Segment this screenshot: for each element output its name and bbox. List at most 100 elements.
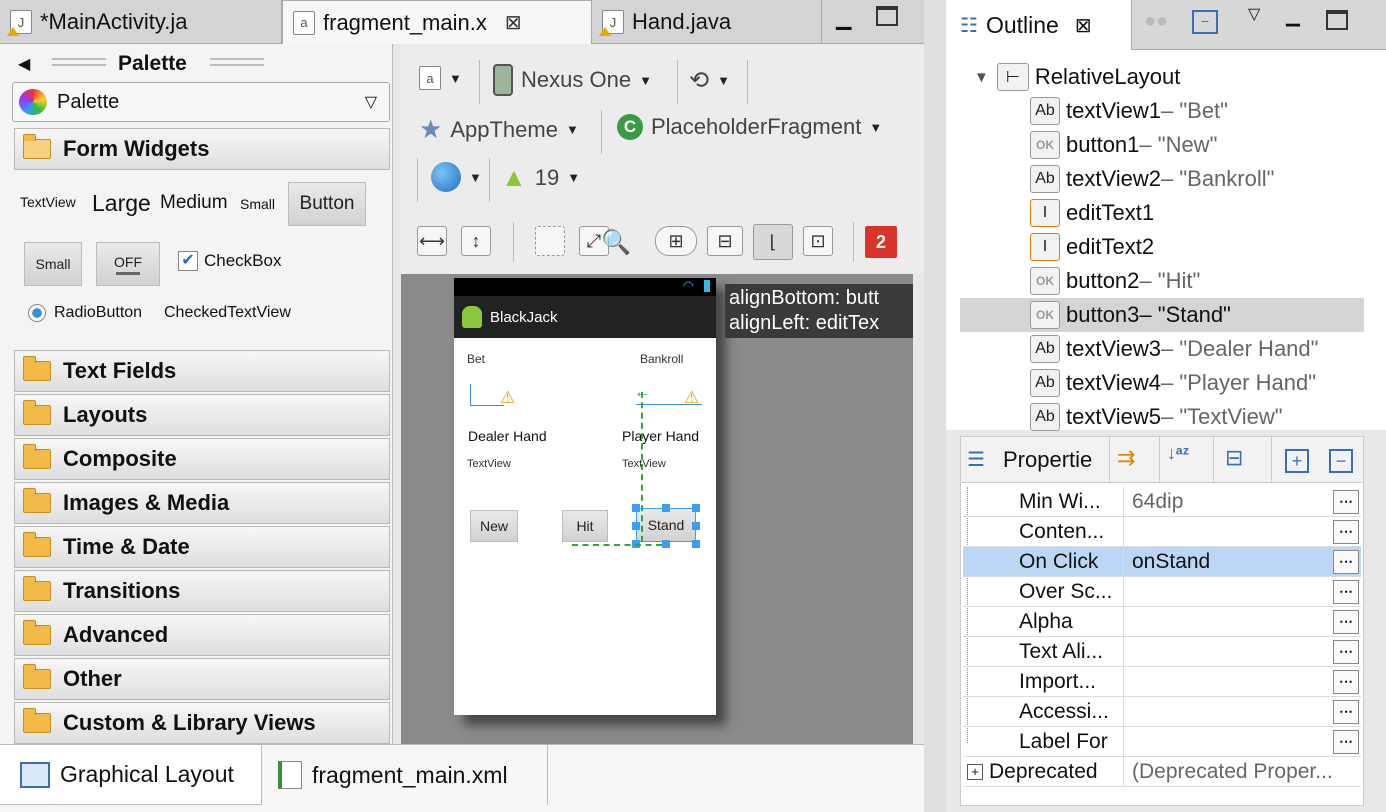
outline-node[interactable]: Ab textView3 – "Dealer Hand" [1030,332,1318,366]
category-composite[interactable]: Composite [14,438,390,480]
align-horizontal-icon[interactable]: ⊞ [655,226,697,256]
outline-node[interactable]: Ab textView5 – "TextView" [1030,400,1283,434]
margins-icon[interactable]: ⌊ [753,224,793,260]
property-value[interactable] [1123,607,1333,636]
layout-canvas[interactable]: ◠ BlackJack Bet Bankroll ⚠ ⚠ Dealer Hand… [401,274,913,744]
category-other[interactable]: Other [14,658,390,700]
preview-bankroll-label[interactable]: Bankroll [640,352,683,366]
widget-button[interactable]: Button [288,182,366,226]
property-value[interactable]: onStand [1123,547,1333,576]
property-row[interactable]: Alpha ⋯ [963,607,1361,637]
widget-small-text[interactable]: Small [240,196,275,212]
property-row[interactable]: Conten... ⋯ [963,517,1361,547]
selection-handle[interactable] [692,522,700,530]
view-menu-icon[interactable]: ▽ [1248,4,1260,24]
maximize-icon[interactable] [876,6,898,26]
selection-handle[interactable] [662,540,670,548]
outline-node[interactable]: IeditText1 [1030,196,1154,230]
widget-checkbox[interactable]: ✔ CheckBox [178,251,281,271]
theme-selector[interactable]: ★ AppTheme ▼ [419,114,579,145]
more-options-icon[interactable]: ⋯ [1333,699,1359,724]
activity-selector[interactable]: C PlaceholderFragment ▼ [617,114,882,140]
property-value[interactable] [1123,577,1333,606]
collapse-left-icon[interactable]: ◀ [18,54,30,74]
error-count-badge[interactable]: 2 [865,226,897,258]
panel-divider[interactable] [924,0,946,812]
layout-actions-icon[interactable]: ⊡ [803,226,833,256]
outline-node[interactable]: OK button2 – "Hit" [1030,264,1200,298]
property-value[interactable] [1123,637,1333,666]
property-row[interactable]: Over Sc... ⋯ [963,577,1361,607]
zoom-icon[interactable]: 🔍 [601,228,631,257]
property-row[interactable]: Import... ⋯ [963,667,1361,697]
property-row[interactable]: Min Wi... 64dip ⋯ [963,487,1361,517]
editor-tab-mainactivity[interactable]: J *MainActivity.ja [0,0,282,44]
outline-node[interactable]: OK button1 – "New" [1030,128,1217,162]
more-options-icon[interactable]: ⋯ [1333,489,1359,514]
selection-handle[interactable] [632,522,640,530]
category-images-media[interactable]: Images & Media [14,482,390,524]
preview-edittext-bet[interactable] [470,384,504,406]
preview-dealer-hand[interactable]: Dealer Hand [468,428,547,444]
preview-textview-left[interactable]: TextView [467,458,511,470]
category-advanced[interactable]: Advanced [14,614,390,656]
widget-toggle-button[interactable]: OFF [96,242,160,286]
widget-medium-text[interactable]: Medium [160,192,228,214]
minimize-icon[interactable]: ▁ [1286,6,1300,27]
more-options-icon[interactable]: ⋯ [1333,609,1359,634]
selection-handle[interactable] [662,504,670,512]
category-form-widgets[interactable]: Form Widgets [14,128,390,170]
outline-node[interactable]: Ab textView4 – "Player Hand" [1030,366,1316,400]
outline-node[interactable]: Ab textView1 – "Bet" [1030,94,1228,128]
widget-checked-textview[interactable]: CheckedTextView [164,304,291,322]
fill-width-icon[interactable]: ⟷ [417,226,447,256]
tab-xml-source[interactable]: fragment_main.xml [272,745,548,805]
preview-player-hand[interactable]: Player Hand [622,428,699,444]
preview-textview-right[interactable]: TextView [622,458,666,470]
property-row[interactable]: Text Ali... ⋯ [963,637,1361,667]
property-row[interactable]: Accessi... ⋯ [963,697,1361,727]
property-value[interactable] [1123,667,1333,696]
device-selector[interactable]: Nexus One ▼ [493,64,652,96]
selection-handle[interactable] [692,540,700,548]
api-level-selector[interactable]: ▲ 19 ▼ [501,162,580,193]
collapse-all-icon[interactable]: − [1192,10,1218,34]
preview-hit-button[interactable]: Hit [562,510,608,542]
restore-default-icon[interactable]: ⊟ [1225,445,1243,471]
more-options-icon[interactable]: ⋯ [1333,639,1359,664]
more-options-icon[interactable]: ⋯ [1333,669,1359,694]
property-value[interactable] [1123,697,1333,726]
outline-node-selected[interactable]: OK button3 – "Stand" [1030,298,1231,332]
preview-new-button[interactable]: New [470,510,518,542]
expand-plus-icon[interactable]: + [967,763,983,780]
property-group-deprecated[interactable]: + Deprecated (Deprecated Proper... [963,757,1361,787]
property-row-selected[interactable]: On Click onStand ⋯ [963,547,1361,577]
property-value[interactable] [1123,727,1333,756]
more-options-icon[interactable]: ⋯ [1333,519,1359,544]
selection-handle[interactable] [692,504,700,512]
preview-bet-label[interactable]: Bet [467,352,485,366]
collapse-all-icon[interactable]: − [1329,449,1353,473]
sort-alpha-icon[interactable]: ↓ᵃᶻ [1167,443,1189,464]
category-transitions[interactable]: Transitions [14,570,390,612]
outline-node[interactable]: Ab textView2 – "Bankroll" [1030,162,1274,196]
collapse-categories-icon[interactable]: ⇉ [1117,445,1135,471]
tab-graphical-layout[interactable]: Graphical Layout [0,745,262,805]
more-options-icon[interactable]: ⋯ [1333,729,1359,754]
fill-height-icon[interactable]: ↕ [461,226,491,256]
close-icon[interactable]: ⊠ [1075,13,1092,38]
preview-stand-button[interactable]: Stand [636,508,696,542]
widget-textview[interactable]: TextView [20,194,76,210]
orientation-menu[interactable]: ⟲ ▼ [689,66,730,95]
close-icon[interactable]: ⊠ [505,10,522,35]
layout-config-menu[interactable]: a ▼ [419,66,462,90]
expand-triangle-icon[interactable]: ▼ [974,69,989,86]
palette-dropdown[interactable]: Palette ▽ [12,82,390,122]
expand-all-icon[interactable]: + [1285,449,1309,473]
locale-selector[interactable]: ▼ [431,162,482,192]
property-value[interactable] [1123,517,1333,546]
outline-node[interactable]: IeditText2 [1030,230,1154,264]
category-layouts[interactable]: Layouts [14,394,390,436]
widget-large-text[interactable]: Large [92,190,151,217]
selection-handle[interactable] [632,504,640,512]
